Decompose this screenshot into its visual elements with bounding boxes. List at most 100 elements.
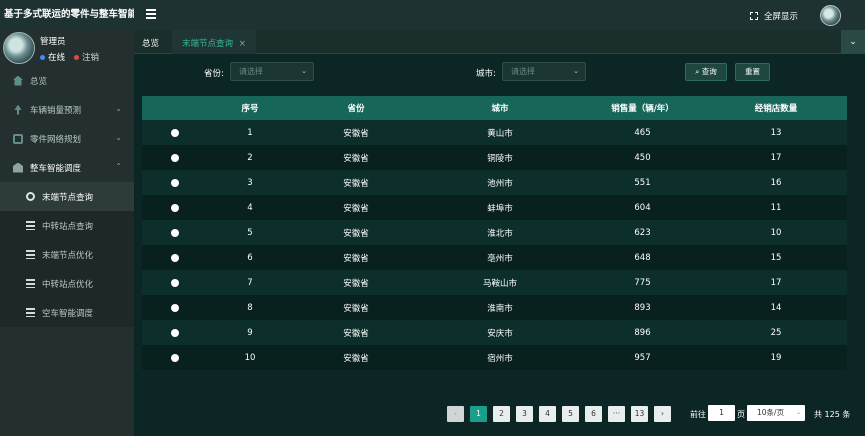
page-size-select[interactable]: 10条/页 ⌄	[747, 405, 805, 421]
cell-index: 8	[247, 302, 253, 313]
tab-bar: 总览 末端节点查询 × ⌄	[134, 30, 865, 54]
row-radio[interactable]	[142, 228, 208, 237]
cell-province: 安徽省	[343, 153, 369, 164]
tab-overview[interactable]: 总览	[142, 37, 159, 49]
city-placeholder: 请选择	[511, 67, 535, 76]
sidebar-subitem-terminal-optimize[interactable]: 末端节点优化	[0, 240, 134, 269]
page-button[interactable]: 13	[631, 405, 648, 422]
cell-province: 安徽省	[343, 203, 369, 214]
row-radio[interactable]	[142, 128, 208, 137]
table-row[interactable]: 2 安徽省 铜陵市 450 17	[142, 145, 847, 170]
table-row[interactable]: 3 安徽省 池州市 551 16	[142, 170, 847, 195]
cell-index: 6	[247, 252, 253, 263]
city-select[interactable]: 请选择 ⌄	[502, 62, 586, 81]
cell-sales: 957	[634, 352, 651, 363]
cell-dealers: 13	[770, 127, 782, 138]
sidebar-item-label: 车辆销量预测	[30, 105, 82, 116]
sidebar-subitem-empty-dispatch[interactable]: 空车智能调度	[0, 298, 134, 327]
fullscreen-button[interactable]: 全屏显示	[750, 10, 798, 22]
page-button[interactable]: 2	[493, 405, 510, 422]
cell-index: 10	[244, 352, 256, 363]
cell-province: 安徽省	[343, 228, 369, 239]
radio-icon	[171, 253, 179, 262]
goto-page-input[interactable]: 1	[708, 405, 735, 421]
radio-icon	[171, 278, 179, 287]
page-size-value: 10条/页	[757, 408, 785, 417]
pagination: ‹ 1 2 3 4 5 6 ··· 13 ›	[447, 405, 677, 422]
radio-icon	[171, 353, 179, 362]
province-select[interactable]: 请选择 ⌄	[230, 62, 314, 81]
row-radio[interactable]	[142, 278, 208, 287]
avatar	[3, 32, 35, 64]
goto-suffix: 页	[737, 410, 745, 419]
cell-province: 安徽省	[343, 128, 369, 139]
table-row[interactable]: 5 安徽省 淮北市 623 10	[142, 220, 847, 245]
row-radio[interactable]	[142, 203, 208, 212]
fullscreen-label: 全屏显示	[764, 12, 799, 22]
table-row[interactable]: 10 安徽省 宿州市 957 19	[142, 345, 847, 370]
header-index: 序号	[241, 104, 259, 114]
tab-terminal-query[interactable]: 末端节点查询 ×	[172, 30, 256, 54]
sidebar-item-parts-network[interactable]: 零件网络规划 ⌄	[0, 124, 134, 153]
page-button[interactable]: 4	[539, 405, 556, 422]
page-button[interactable]: 1	[470, 405, 487, 422]
search-button[interactable]: ⌕ 查询	[685, 63, 727, 81]
network-icon	[13, 133, 23, 144]
row-radio[interactable]	[142, 178, 208, 187]
header-city: 城市	[491, 104, 509, 114]
row-radio[interactable]	[142, 303, 208, 312]
cell-dealers: 25	[770, 327, 782, 338]
sidebar-item-vehicle-dispatch[interactable]: 整车智能调度 ⌃	[0, 153, 134, 182]
cell-province: 安徽省	[343, 278, 369, 289]
sidebar-item-label: 整车智能调度	[30, 163, 82, 174]
table-row[interactable]: 8 安徽省 淮南市 893 14	[142, 295, 847, 320]
menu-toggle-icon[interactable]	[146, 9, 156, 19]
user-circle-icon	[26, 192, 35, 201]
sidebar-subitem-transfer-optimize[interactable]: 中转站点优化	[0, 269, 134, 298]
row-radio[interactable]	[142, 328, 208, 337]
row-radio[interactable]	[142, 253, 208, 262]
page-button[interactable]: 5	[562, 405, 579, 422]
avatar[interactable]	[820, 5, 841, 26]
cell-province: 安徽省	[343, 178, 369, 189]
page-button[interactable]: 3	[516, 405, 533, 422]
close-icon[interactable]: ×	[239, 39, 246, 49]
next-page-button[interactable]: ›	[654, 405, 671, 422]
sidebar-subitem-transfer-query[interactable]: 中转站点查询	[0, 211, 134, 240]
sidebar-item-overview[interactable]: 总览	[0, 66, 134, 95]
more-pages-button[interactable]: ···	[608, 405, 625, 422]
chevron-down-icon: ⌄	[115, 104, 122, 113]
reset-button[interactable]: 重置	[735, 63, 770, 81]
sidebar-subitem-terminal-query[interactable]: 末端节点查询	[0, 182, 134, 211]
table-row[interactable]: 7 安徽省 马鞍山市 775 17	[142, 270, 847, 295]
chevron-down-icon: ⌄	[301, 67, 307, 75]
row-radio[interactable]	[142, 353, 208, 362]
table-row[interactable]: 6 安徽省 亳州市 648 15	[142, 245, 847, 270]
table-row[interactable]: 1 安徽省 黄山市 465 13	[142, 120, 847, 145]
sidebar-subitem-label: 中转站点优化	[42, 279, 94, 290]
cell-sales: 604	[634, 202, 651, 213]
tab-label: 末端节点查询	[182, 39, 234, 49]
radio-icon	[171, 153, 179, 162]
cell-sales: 551	[634, 177, 651, 188]
sidebar-item-sales-forecast[interactable]: 车辆销量预测 ⌄	[0, 95, 134, 124]
tree-icon	[14, 104, 22, 115]
cell-index: 3	[247, 177, 253, 188]
prev-page-button[interactable]: ‹	[447, 405, 464, 422]
row-radio[interactable]	[142, 153, 208, 162]
cell-index: 9	[247, 327, 253, 338]
cell-dealers: 15	[770, 252, 782, 263]
chevron-down-icon[interactable]: ⌄	[841, 30, 865, 54]
total-count: 共 125 条	[814, 410, 851, 419]
logout-link[interactable]: 注销	[82, 51, 99, 63]
chevron-down-icon: ⌄	[795, 409, 801, 416]
radio-icon	[171, 178, 179, 187]
app-title: 基于多式联运的零件与整车智能调	[0, 0, 134, 30]
cell-dealers: 10	[770, 227, 782, 238]
table-row[interactable]: 9 安徽省 安庆市 896 25	[142, 320, 847, 345]
page-button[interactable]: 6	[585, 405, 602, 422]
cell-city: 池州市	[487, 178, 513, 189]
sidebar-subitem-label: 末端节点查询	[42, 192, 94, 203]
table-row[interactable]: 4 安徽省 蚌埠市 604 11	[142, 195, 847, 220]
header-dealers: 经销店数量	[754, 104, 798, 114]
